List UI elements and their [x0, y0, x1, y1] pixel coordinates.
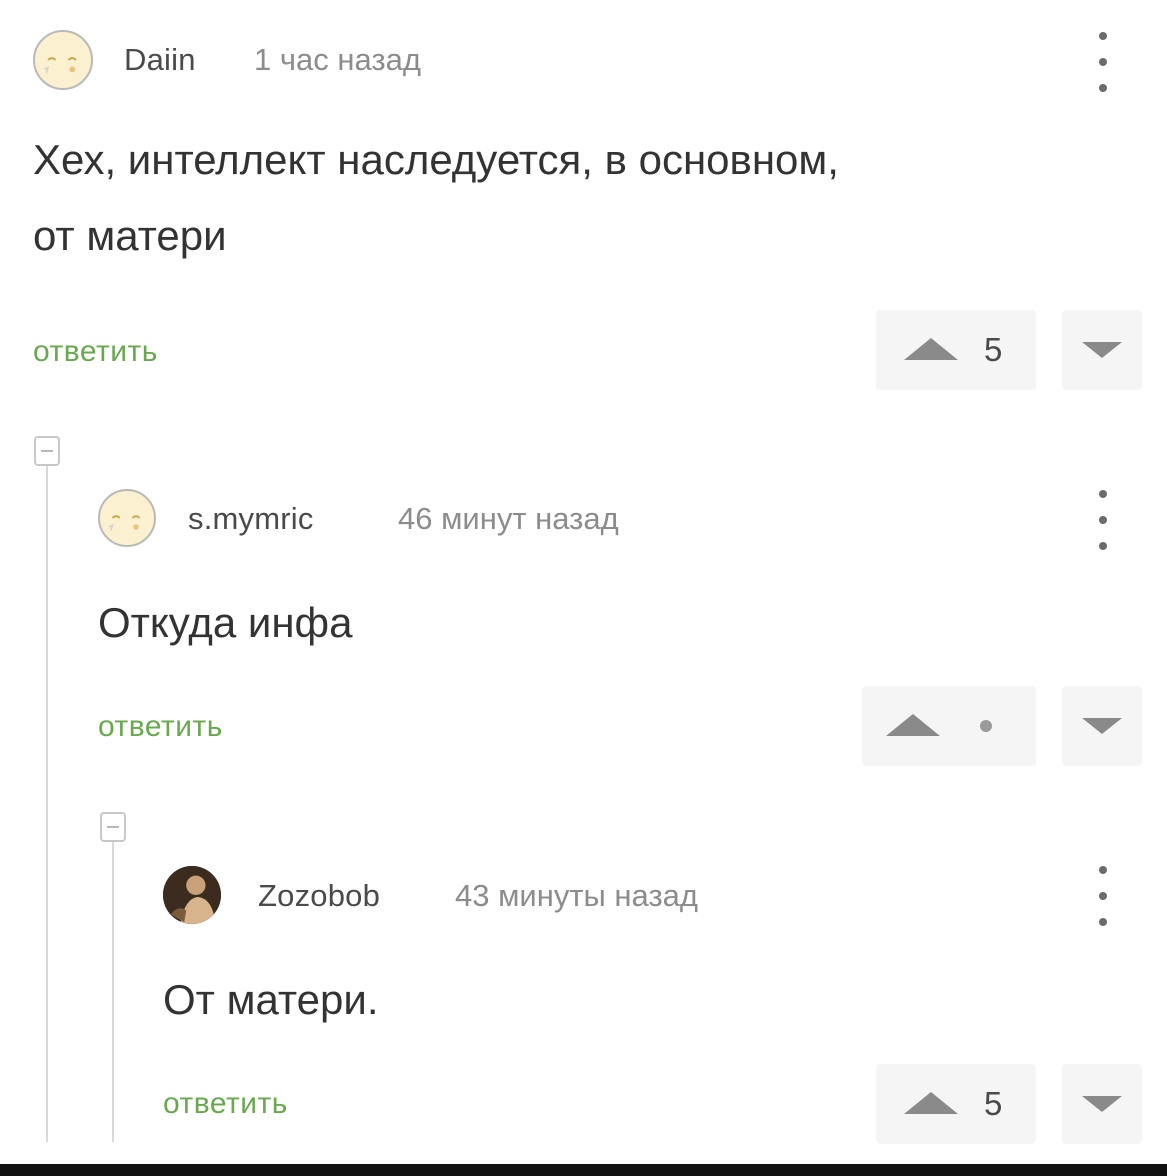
- more-menu-icon[interactable]: [1096, 32, 1110, 92]
- reply-button[interactable]: ответить: [98, 710, 223, 744]
- upvote-icon[interactable]: [886, 714, 940, 736]
- collapse-thread-icon[interactable]: [100, 812, 126, 842]
- downvote-box: [1062, 1064, 1142, 1144]
- avatar[interactable]: [33, 30, 93, 90]
- reply-button[interactable]: ответить: [33, 335, 158, 369]
- downvote-box: [1062, 310, 1142, 390]
- comment-time: 43 минуты назад: [455, 878, 698, 913]
- bottom-border: [0, 1164, 1167, 1176]
- downvote-icon[interactable]: [1082, 342, 1122, 358]
- vote-box: 5: [876, 310, 1036, 390]
- comment-time: 46 минут назад: [398, 501, 619, 536]
- comment-score: 5: [984, 331, 1003, 368]
- score-dot-icon: [980, 720, 992, 732]
- comment-author[interactable]: s.mymric: [188, 501, 314, 537]
- comment-time: 1 час назад: [254, 42, 421, 77]
- comment-text: От матери.: [163, 976, 379, 1023]
- comment-author[interactable]: Zozobob: [258, 878, 380, 914]
- more-menu-icon[interactable]: [1096, 866, 1110, 926]
- sleepy-face-icon: [44, 57, 77, 74]
- comment-text: Откуда инфа: [98, 599, 353, 646]
- downvote-box: [1062, 686, 1142, 766]
- reply-button[interactable]: ответить: [163, 1087, 288, 1121]
- sleepy-face-icon: [108, 515, 141, 531]
- avatar[interactable]: [98, 489, 156, 547]
- vote-box: 5: [876, 1064, 1036, 1144]
- downvote-icon[interactable]: [1082, 1096, 1122, 1112]
- more-menu-icon[interactable]: [1096, 490, 1110, 550]
- upvote-icon[interactable]: [904, 1092, 958, 1114]
- comment-score: 5: [984, 1085, 1003, 1122]
- thread-line[interactable]: [112, 842, 114, 1142]
- thread-line[interactable]: [46, 466, 48, 1142]
- comment-author[interactable]: Daiin: [124, 42, 196, 78]
- collapse-thread-icon[interactable]: [34, 436, 60, 466]
- vote-box: [862, 686, 1036, 766]
- photo-avatar-icon: [163, 866, 221, 924]
- upvote-icon[interactable]: [904, 338, 958, 360]
- comment-text: Хех, интеллект наследуется, в основном, …: [33, 136, 839, 259]
- avatar[interactable]: [163, 866, 221, 924]
- downvote-icon[interactable]: [1082, 718, 1122, 734]
